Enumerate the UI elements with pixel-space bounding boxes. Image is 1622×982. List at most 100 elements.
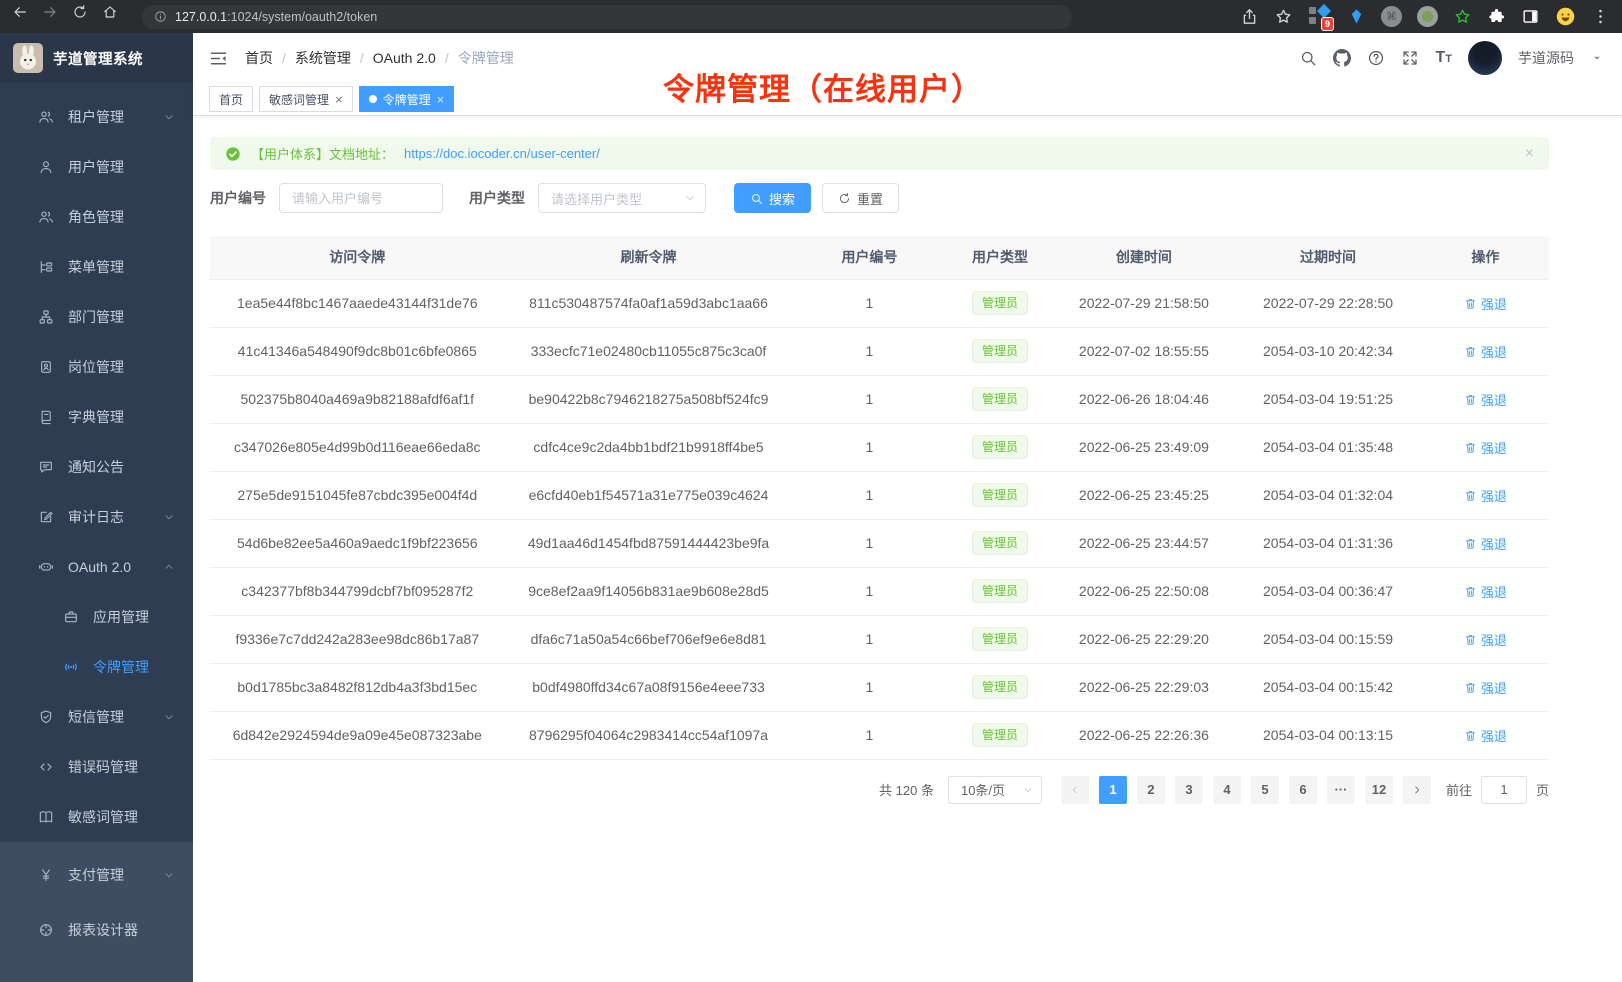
notice-icon (38, 459, 54, 475)
extension-with-badge[interactable]: 9 (1308, 5, 1332, 29)
sidebar-item-sms[interactable]: 短信管理 (0, 692, 193, 742)
tab-close-icon[interactable]: × (335, 92, 343, 107)
sidebar: 芋道管理系统 租户管理 用户管理 角色管理 菜单管理 部门管理 岗位管理 字典管… (0, 33, 193, 982)
gem-extension-icon[interactable] (1347, 7, 1366, 26)
username[interactable]: 芋道源码 (1518, 48, 1574, 68)
user-menu-caret-icon[interactable] (1590, 51, 1604, 65)
column-header: 过期时间 (1234, 236, 1421, 279)
pagination: 共 120 条 10条/页 123456···12 前往 页 (210, 776, 1549, 804)
browser-back-button[interactable] (12, 4, 38, 30)
prev-page-button[interactable] (1061, 776, 1089, 804)
sidebar-item-audit[interactable]: 审计日志 (0, 492, 193, 542)
breadcrumb-item[interactable]: 系统管理 (295, 48, 351, 68)
share-icon[interactable] (1240, 7, 1259, 26)
yen-icon (38, 867, 54, 883)
sidebar-item-errcode[interactable]: 错误码管理 (0, 742, 193, 792)
sidebar-item-menu[interactable]: 菜单管理 (0, 242, 193, 292)
sidebar-item-sensitive[interactable]: 敏感词管理 (0, 792, 193, 842)
sidebar-item-notice[interactable]: 通知公告 (0, 442, 193, 492)
access-token-cell: b0d1785bc3a8482f812db4a3f3bd15ec (210, 663, 505, 711)
page-button-3[interactable]: 3 (1175, 776, 1203, 804)
sidebar-item-dict[interactable]: 字典管理 (0, 392, 193, 442)
user-avatar[interactable] (1468, 41, 1502, 75)
signal-icon (63, 659, 79, 675)
page-button-12[interactable]: 12 (1365, 776, 1393, 804)
browser-home-button[interactable] (102, 4, 128, 30)
alert-close-icon[interactable]: × (1525, 146, 1534, 162)
page-button-5[interactable]: 5 (1251, 776, 1279, 804)
page-size-select[interactable]: 10条/页 (948, 776, 1042, 804)
page-button-6[interactable]: 6 (1289, 776, 1317, 804)
header-search-icon[interactable] (1299, 49, 1317, 67)
sidebar-item-oauth2-app[interactable]: 应用管理 (0, 592, 193, 642)
filter-bar: 用户编号 用户类型 请选择用户类型 搜索 重置 (210, 182, 1549, 214)
created-time-cell: 2022-06-25 23:44:57 (1054, 519, 1235, 567)
tab-敏感词管理[interactable]: 敏感词管理 × (259, 86, 353, 112)
browser-menu-icon[interactable] (1591, 7, 1610, 26)
sidebar-item-role[interactable]: 角色管理 (0, 192, 193, 242)
profile-emoji-avatar[interactable] (1555, 6, 1576, 27)
force-logout-button[interactable]: 强退 (1464, 726, 1507, 745)
font-size-icon[interactable]: TT (1435, 50, 1452, 66)
page-button-2[interactable]: 2 (1137, 776, 1165, 804)
breadcrumb-item[interactable]: OAuth 2.0 (373, 50, 436, 66)
search-button[interactable]: 搜索 (734, 183, 811, 213)
sidebar-item-tenant[interactable]: 租户管理 (0, 92, 193, 142)
sidebar-item-report[interactable]: 报表设计器 (0, 902, 193, 957)
breadcrumb-item[interactable]: 首页 (245, 48, 273, 68)
page-info-icon[interactable] (154, 10, 167, 23)
goto-suffix: 页 (1536, 780, 1549, 799)
bookmark-star-icon[interactable] (1274, 7, 1293, 26)
browser-reload-button[interactable] (72, 4, 98, 30)
force-logout-button[interactable]: 强退 (1464, 486, 1507, 505)
browser-forward-button[interactable] (42, 4, 68, 30)
table-row: c347026e805e4d99b0d116eae66eda8c cdfc4ce… (210, 423, 1549, 471)
reset-button[interactable]: 重置 (822, 183, 899, 213)
page-button-1[interactable]: 1 (1099, 776, 1127, 804)
table-row: b0d1785bc3a8482f812db4a3f3bd15ec b0df498… (210, 663, 1549, 711)
access-token-cell: f9336e7c7dd242a283ee98dc86b17a87 (210, 615, 505, 663)
github-icon[interactable] (1333, 49, 1351, 67)
sidebar-item-oauth2[interactable]: OAuth 2.0 (0, 542, 193, 592)
ext-diamond-icon (1317, 3, 1331, 17)
address-bar[interactable]: 127.0.0.1:1024/system/oauth2/token (142, 5, 1072, 29)
gray-extension-icon[interactable]: ⌘ (1381, 6, 1402, 27)
sidebar-item-post[interactable]: 岗位管理 (0, 342, 193, 392)
fullscreen-icon[interactable] (1401, 49, 1419, 67)
force-logout-button[interactable]: 强退 (1464, 534, 1507, 553)
force-logout-button[interactable]: 强退 (1464, 294, 1507, 313)
sidebar-item-pay[interactable]: 支付管理 (0, 847, 193, 902)
topbar: 首页/系统管理/OAuth 2.0/令牌管理 TT 芋道源码 (193, 33, 1622, 83)
logo-rabbit-avatar (13, 43, 43, 73)
user-type-select[interactable]: 请选择用户类型 (538, 183, 706, 213)
tab-首页[interactable]: 首页 (209, 86, 253, 112)
green-dot-extension-icon[interactable] (1417, 6, 1438, 27)
chevron-down-icon (1022, 784, 1034, 796)
force-logout-button[interactable]: 强退 (1464, 678, 1507, 697)
force-logout-button[interactable]: 强退 (1464, 342, 1507, 361)
force-logout-button[interactable]: 强退 (1464, 438, 1507, 457)
user-id-cell: 1 (792, 663, 946, 711)
sidebar-item-oauth2-token[interactable]: 令牌管理 (0, 642, 193, 692)
doc-link[interactable]: https://doc.iocoder.cn/user-center/ (404, 146, 600, 161)
next-page-button[interactable] (1403, 776, 1431, 804)
goto-page-input[interactable] (1481, 776, 1527, 804)
tab-close-icon[interactable]: × (437, 92, 445, 107)
sidebar-item-user[interactable]: 用户管理 (0, 142, 193, 192)
user-id-input[interactable] (279, 183, 443, 213)
force-logout-button[interactable]: 强退 (1464, 582, 1507, 601)
app-logo[interactable]: 芋道管理系统 (0, 33, 193, 83)
side-panel-icon[interactable] (1521, 7, 1540, 26)
sidebar-item-dept[interactable]: 部门管理 (0, 292, 193, 342)
tab-令牌管理[interactable]: 令牌管理 × (359, 86, 455, 112)
extensions-puzzle-icon[interactable] (1487, 7, 1506, 26)
page-button-4[interactable]: 4 (1213, 776, 1241, 804)
force-logout-button[interactable]: 强退 (1464, 630, 1507, 649)
green-star-extension-icon[interactable] (1453, 7, 1472, 26)
column-header: 访问令牌 (210, 236, 505, 279)
force-logout-button[interactable]: 强退 (1464, 390, 1507, 409)
page-ellipsis-button[interactable]: ··· (1327, 776, 1355, 804)
user-type-badge: 管理员 (972, 579, 1028, 603)
sidebar-collapse-icon[interactable] (208, 48, 229, 69)
help-icon[interactable] (1367, 49, 1385, 67)
